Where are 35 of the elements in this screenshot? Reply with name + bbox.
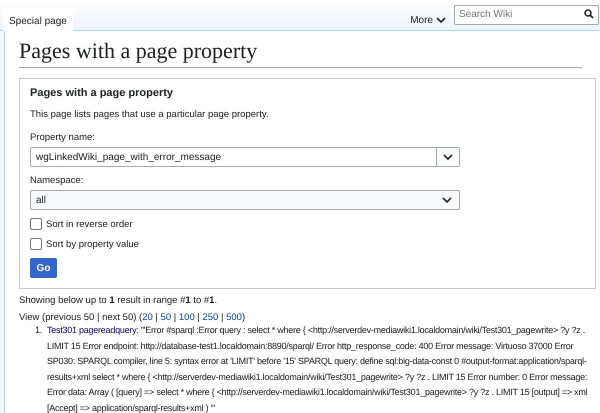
limit-link[interactable]: 20 — [142, 312, 153, 323]
pagination-text: View (previous 50 | next 50) ( — [19, 312, 142, 323]
tab[interactable]: Special page — [3, 8, 73, 31]
limit-link[interactable]: 100 — [178, 312, 195, 323]
property-name-field[interactable]: wgLinkedWiki_page_with_error_message — [30, 147, 460, 167]
separator: | — [154, 312, 159, 323]
pagination-text: ) — [242, 312, 246, 323]
separator: | — [172, 312, 178, 323]
checkbox[interactable] — [30, 238, 42, 250]
page-link[interactable]: Test301 pagereadquery — [47, 325, 136, 335]
dropdown-button[interactable] — [436, 148, 459, 166]
results-summary: Showing below up to 1 result in range #1 to #1. — [19, 295, 218, 306]
more-menu[interactable]: More — [402, 15, 454, 30]
search-icon — [584, 9, 594, 19]
field-label: Property name: — [30, 132, 96, 143]
checkbox-label: Sort in reverse order — [46, 218, 133, 230]
namespace-dropdown[interactable]: all — [30, 190, 460, 210]
chevron-icon — [442, 196, 452, 204]
list-number: 1. — [35, 324, 42, 337]
limit-link[interactable]: 500 — [226, 312, 242, 323]
limit-link[interactable]: 250 — [202, 312, 218, 323]
checkbox[interactable] — [30, 218, 42, 230]
limit-link[interactable]: 50 — [160, 312, 172, 323]
form-legend: Pages with a page property — [30, 87, 585, 99]
go-button[interactable]: Go — [30, 258, 57, 278]
chevron-icon — [436, 17, 446, 24]
separator: | — [220, 312, 224, 323]
chevron-icon — [443, 154, 453, 160]
page-title: Pages with a page property — [19, 38, 258, 64]
field-label: Namespace: — [30, 175, 84, 186]
result-entry: Test301 pagereadquery: '''Error #sparql :Error query : select * where { <http://serverdev-mediawiki1.localdomain/wiki/Test301_pagewrite> ?y ?z . LIMIT 15 Error endpoint: http://database-test1.localdomain:8890/sparql/ Error http_response_code: 400 Error message: Virtuoso 37000 Error SP030: SPARQL compiler, line 5: syntax error at 'LIMIT' before '15' SPARQL query: define sql:big-data-const 0 #output-format:application/sparql-results+xml select * where { <http://serverdev-mediawiki1.localdomain/wiki/Test301_pagewrite> ?y ?z . LIMIT 15 Error number: 0 Error message: Error data: Array ( [query] => select * where { <http://serverdev-mediawiki1.localdomain/wiki/Test301_pagewrite> ?y ?z . LIMIT 15 [output] => xml [Accept] => application/sparql-results+xml ) ''' — [47, 324, 588, 413]
separator: | — [196, 312, 201, 323]
form-description: This page lists pages that use a particular page property. — [30, 109, 270, 120]
search-field[interactable]: Search Wiki — [454, 4, 599, 24]
checkbox-label: Sort by property value — [46, 238, 139, 250]
